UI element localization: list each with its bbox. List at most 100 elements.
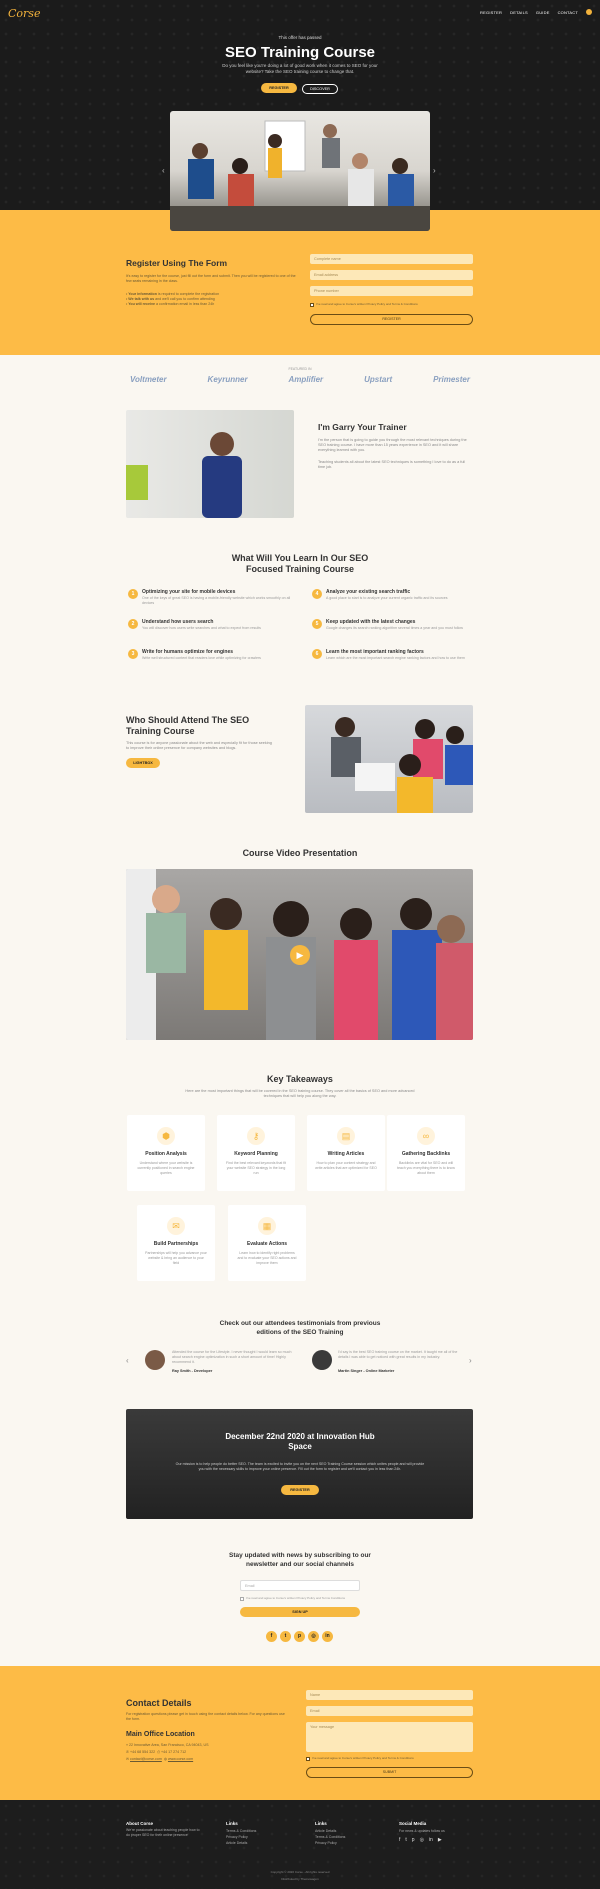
phone-text: +44 68 554 322 [130,1750,156,1754]
testimonial-author: Ray Smith - Developer [172,1369,213,1373]
featured-logo: Primester [433,375,470,384]
key-icon: ⚷ [247,1127,265,1145]
brand-logo[interactable]: Corse [8,7,40,20]
instagram-icon[interactable]: ◎ [420,1837,424,1843]
learn-item-desc: You will discover how users write search… [142,626,261,630]
trainer-photo [126,410,294,518]
learn-item-desc: Learn which are the most important searc… [326,656,465,660]
email-link[interactable]: contact@corse.com [130,1757,162,1761]
newsletter-terms-checkbox[interactable] [240,1597,244,1601]
featured-logos: Voltmeter Keyrunner Amplifier Upstart Pr… [130,375,470,384]
learn-item-desc: Write well structured content that reade… [142,656,261,660]
event-register-button[interactable]: REGISTER [281,1485,319,1495]
learn-item-title: Understand how users search [142,619,214,625]
nav-register[interactable]: REGISTER [480,10,502,15]
learn-item-desc: One of the keys of great SEO is having a… [142,596,291,605]
footer-links2-title: Links [315,1821,327,1826]
card-desc: Backlinks are vital for SEO and will tea… [397,1161,455,1175]
newsletter-title: Stay updated with news by subscribing to… [229,1552,371,1568]
office-title: Main Office Location [126,1731,195,1738]
attend-photo [305,705,473,813]
facebook-icon[interactable]: f [266,1631,277,1642]
testimonial-quote: I'd say is the best SEO training course … [338,1350,458,1359]
hero-discover-button[interactable]: DISCOVER [302,84,338,94]
contact-title: Contact Details [126,1698,192,1708]
footer-social-title: Social Media [399,1821,427,1826]
nav-details[interactable]: DETAILS [510,10,528,15]
phone-field[interactable]: Phone number [310,286,473,296]
footer-link[interactable]: Article Details [226,1840,256,1846]
nav-guide[interactable]: GUIDE [536,10,550,15]
contact-submit-button[interactable]: SUBMIT [306,1767,473,1778]
contact-desc: For registration questions please get in… [126,1712,285,1721]
learn-number: 2 [128,619,138,629]
learn-item-desc: Google changes its search ranking algori… [326,626,464,630]
theme-toggle-icon[interactable] [586,9,592,15]
register-submit-button[interactable]: REGISTER [310,314,473,325]
contact-message-field[interactable]: Your message [306,1722,473,1752]
copyright: Copyright © 2020 Corse - All rights rese… [270,1870,330,1874]
learn-item-title: Write for humans optimize for engines [142,649,234,655]
learn-item-desc: A good place to start is to analyze your… [326,596,448,600]
learn-item-title: Learn the most important ranking factors [326,649,424,655]
register-desc: It's easy to register for the course, ju… [126,274,296,283]
newsletter-email-input[interactable]: Email [240,1580,360,1591]
twitter-icon[interactable]: t [405,1837,406,1843]
facebook-icon[interactable]: f [399,1837,400,1843]
carousel-prev-icon[interactable]: ‹ [162,166,165,175]
learn-title: What Will You Learn In Our SEO Focused T… [231,553,369,574]
trainer-p2: Teaching students all about the latest S… [318,460,466,469]
learn-item-title: Optimizing your site for mobile devices [142,589,236,595]
takeaway-card: ▤ Writing Articles How to plan your cont… [307,1115,385,1191]
pinterest-icon[interactable]: p [294,1631,305,1642]
card-desc: Find the best relevant keywords that fit… [226,1161,286,1175]
email-row: ✉ contact@corse.com ◍ www.corse.com [126,1757,193,1762]
testimonials-prev-icon[interactable]: ‹ [126,1356,129,1365]
footer-social-icons: f t p ◎ in ▶ [399,1837,442,1843]
card-title: Evaluate Actions [246,1241,288,1247]
hero-image [170,111,430,231]
contact-terms: I've read and agree to Corse's written P… [312,1756,414,1760]
contact-name-field[interactable]: Name [306,1690,473,1700]
card-desc: Partnerships will help you advance your … [145,1251,207,1265]
chart-icon: ▦ [258,1217,276,1235]
terms-checkbox[interactable] [310,303,314,307]
footer-social-text: For news & updates follow us [399,1829,445,1833]
card-desc: How to plan your content strategy and wr… [315,1161,377,1170]
email-field[interactable]: Email address [310,270,473,280]
pinterest-icon[interactable]: p [412,1837,415,1843]
distributed-by[interactable]: Distributed by Themewagon [0,1877,600,1881]
hero-title: SEO Training Course [224,44,376,61]
attend-title: Who Should Attend The SEO Training Cours… [126,715,250,736]
footer [0,1800,600,1889]
hero-register-button[interactable]: REGISTER [261,83,297,93]
testimonials-next-icon[interactable]: › [469,1356,472,1365]
contact-email-field[interactable]: Email [306,1706,473,1716]
video-title: Course Video Presentation [242,848,358,858]
instagram-icon[interactable]: ◎ [308,1631,319,1642]
contact-terms-checkbox[interactable] [306,1757,310,1761]
card-desc: Learn how to identify right problems and… [237,1251,297,1265]
testimonials-title: Check out our attendees testimonials fro… [219,1320,381,1336]
top-nav: REGISTER DETAILS GUIDE CONTACT [480,9,592,15]
newsletter-signup-button[interactable]: SIGN UP [240,1607,360,1617]
takeaway-card: ⬢ Position Analysis Understand where you… [127,1115,205,1191]
footer-link[interactable]: Privacy Policy [315,1840,345,1846]
web-link[interactable]: www.corse.com [168,1757,193,1761]
attend-lightbox-button[interactable]: LIGHTBOX [126,758,160,768]
learn-number: 1 [128,589,138,599]
twitter-icon[interactable]: t [280,1631,291,1642]
linkedin-icon[interactable]: in [429,1837,433,1843]
name-field[interactable]: Complete name [310,254,473,264]
linkedin-icon[interactable]: in [322,1631,333,1642]
featured-logo: Amplifier [288,375,324,384]
fax-text: +44 17 274 712 [160,1750,187,1754]
carousel-next-icon[interactable]: › [433,166,436,175]
video-player[interactable]: ▶ [126,869,473,1040]
youtube-icon[interactable]: ▶ [438,1837,442,1843]
bullet-item: • You will receive a confirmation email … [126,302,215,306]
footer-links1: Terms & Conditions Privacy Policy Articl… [226,1828,256,1846]
testimonial-author: Martin Singer - Online Marketer [338,1369,395,1373]
nav-contact[interactable]: CONTACT [558,10,578,15]
play-icon[interactable]: ▶ [290,945,310,965]
